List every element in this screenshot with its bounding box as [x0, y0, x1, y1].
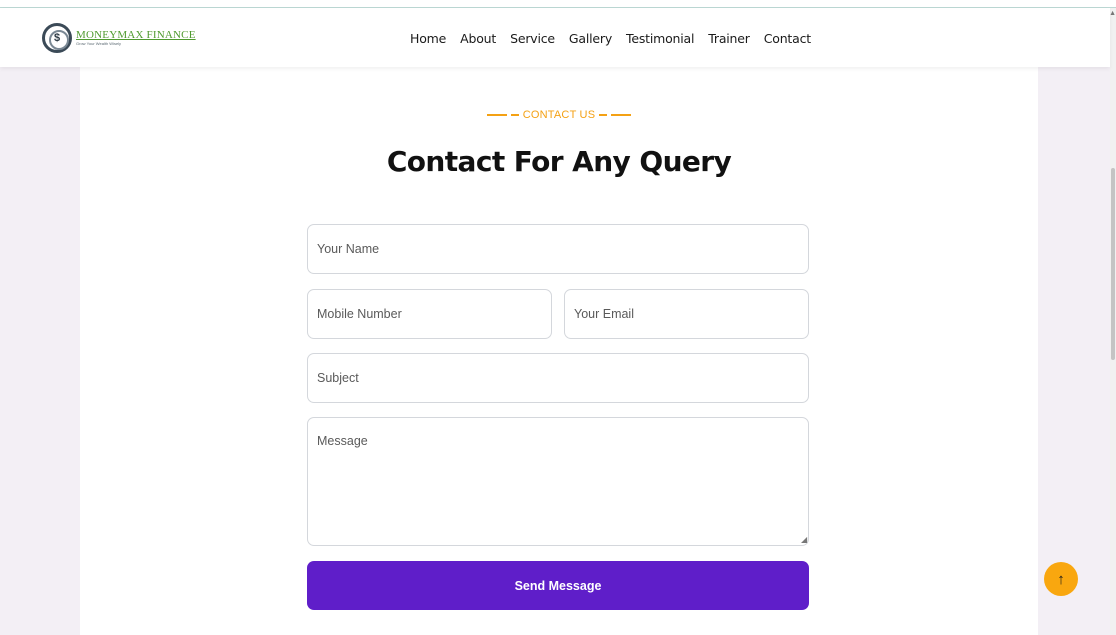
eyebrow-label: CONTACT US [522, 109, 596, 121]
brand-logo[interactable]: $ MONEYMAX FINANCE Grow Your Wealth Wise… [42, 22, 196, 54]
resize-grip-icon[interactable]: ◢ [801, 535, 807, 544]
message-textarea[interactable] [307, 417, 809, 546]
logo-glyph: $ [53, 32, 61, 44]
main-nav: Home About Service Gallery Testimonial T… [410, 28, 825, 48]
arrow-up-icon: ↑ [1057, 570, 1065, 588]
send-message-button[interactable]: Send Message [307, 561, 809, 610]
brand-text: MONEYMAX FINANCE Grow Your Wealth Wisely [76, 30, 196, 46]
eyebrow-dash-icon [611, 114, 632, 116]
subject-input[interactable] [307, 353, 809, 403]
section-heading: Contact For Any Query [386, 145, 732, 178]
scroll-up-caret-icon[interactable]: ▲ [1109, 10, 1116, 17]
scrollbar-thumb[interactable] [1111, 168, 1115, 360]
eyebrow-dash-icon [599, 114, 608, 116]
nav-item-home[interactable]: Home [410, 31, 446, 46]
nav-item-trainer[interactable]: Trainer [708, 31, 750, 46]
eyebrow-dash-icon [486, 114, 507, 116]
contact-section: CONTACT US Contact For Any Query ◢ Send … [80, 67, 1038, 635]
nav-item-gallery[interactable]: Gallery [569, 31, 612, 46]
name-input[interactable] [307, 224, 809, 274]
email-input[interactable] [564, 289, 809, 339]
nav-item-testimonial[interactable]: Testimonial [626, 31, 694, 46]
nav-item-contact[interactable]: Contact [764, 31, 811, 46]
browser-top-edge [0, 0, 1116, 8]
eyebrow-dash-icon [510, 114, 519, 116]
coin-icon: $ [42, 23, 72, 53]
mobile-input[interactable] [307, 289, 552, 339]
nav-item-service[interactable]: Service [510, 31, 555, 46]
page-scrollbar[interactable] [1110, 8, 1116, 635]
brand-name: MONEYMAX FINANCE [76, 29, 196, 41]
section-eyebrow: CONTACT US [80, 109, 1038, 121]
back-to-top-button[interactable]: ↑ [1044, 562, 1078, 596]
nav-item-about[interactable]: About [460, 31, 496, 46]
brand-tagline: Grow Your Wealth Wisely [76, 41, 122, 46]
site-header: $ MONEYMAX FINANCE Grow Your Wealth Wise… [0, 8, 1110, 67]
